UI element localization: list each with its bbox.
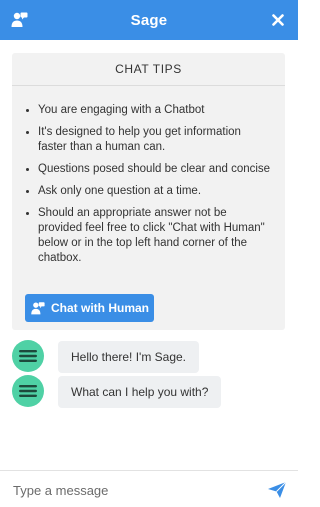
tip-item: It's designed to help you get informatio… bbox=[26, 125, 272, 155]
tip-item: Should an appropriate answer not be prov… bbox=[26, 206, 272, 266]
bot-message-bubble: What can I help you with? bbox=[58, 376, 222, 408]
bot-avatar bbox=[12, 340, 44, 372]
message-input[interactable] bbox=[13, 478, 253, 502]
send-icon bbox=[268, 481, 287, 498]
tip-item: Questions posed should be clear and conc… bbox=[26, 162, 272, 177]
chat-with-human-label: Chat with Human bbox=[51, 301, 149, 315]
close-icon bbox=[272, 14, 284, 26]
message-row: What can I help you with? bbox=[0, 375, 298, 411]
chat-with-human-header-button[interactable] bbox=[8, 9, 30, 31]
message-row: Hello there! I'm Sage. bbox=[0, 340, 298, 376]
message-composer bbox=[0, 470, 298, 507]
chat-tips-card: CHAT TIPS You are engaging with a Chatbo… bbox=[12, 53, 285, 330]
person-chat-icon bbox=[31, 301, 45, 314]
chat-bubble-icon bbox=[19, 350, 37, 362]
tip-item: Ask only one question at a time. bbox=[26, 184, 272, 199]
person-chat-icon bbox=[11, 12, 28, 27]
chat-header: Sage bbox=[0, 0, 298, 40]
close-button[interactable] bbox=[268, 10, 288, 30]
bot-avatar bbox=[12, 375, 44, 407]
chat-with-human-button[interactable]: Chat with Human bbox=[25, 294, 154, 322]
chat-bubble-icon bbox=[19, 385, 37, 397]
chat-tips-list: You are engaging with a Chatbot It's des… bbox=[26, 103, 272, 273]
chat-tips-title: CHAT TIPS bbox=[12, 53, 285, 86]
tip-item: You are engaging with a Chatbot bbox=[26, 103, 272, 118]
chat-title: Sage bbox=[130, 11, 168, 29]
send-button[interactable] bbox=[266, 480, 288, 500]
bot-message-bubble: Hello there! I'm Sage. bbox=[58, 341, 200, 373]
